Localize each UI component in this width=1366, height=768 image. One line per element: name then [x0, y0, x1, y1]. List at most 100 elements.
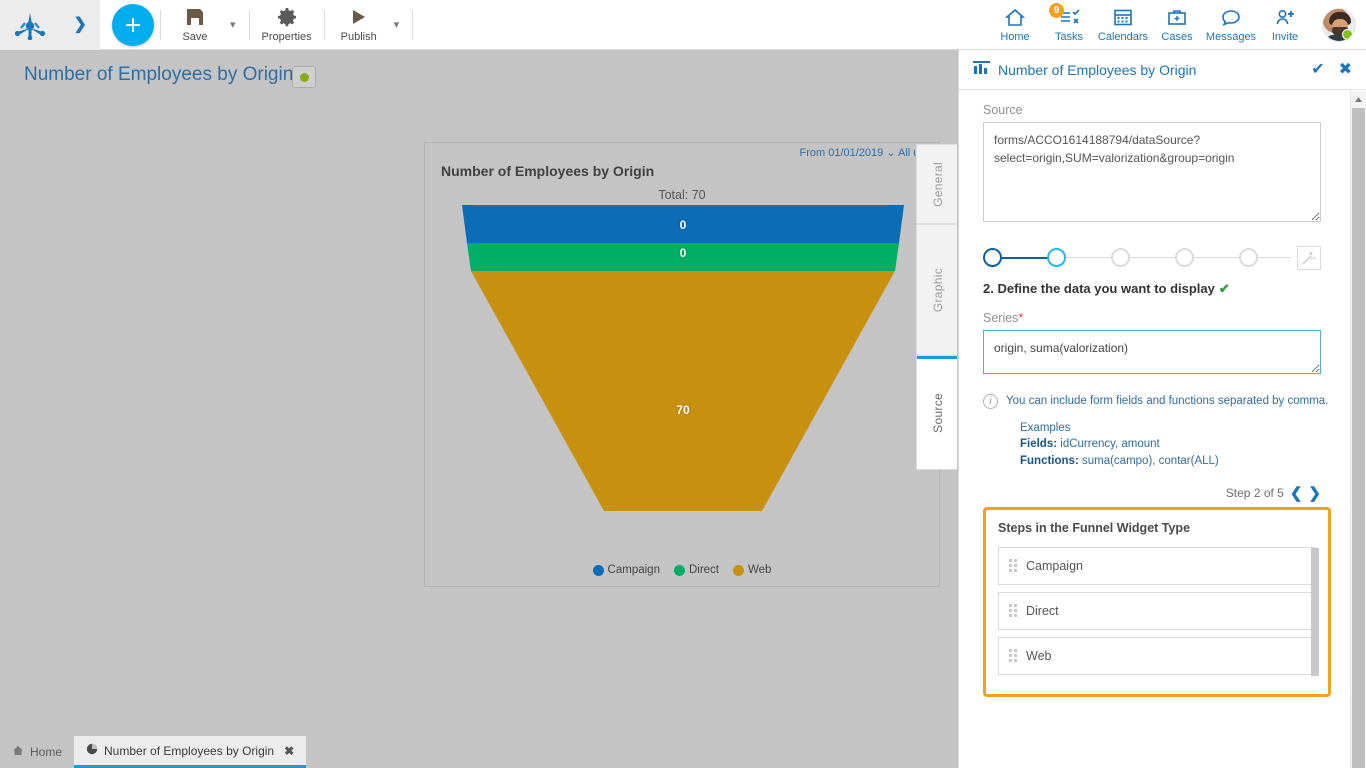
panel-scroll-thumb[interactable] [1352, 108, 1365, 768]
chat-bubble-icon [1220, 6, 1242, 28]
tasks-badge: 9 [1049, 3, 1064, 18]
funnel-segment-web[interactable] [471, 271, 895, 511]
stepper-dot-5[interactable] [1239, 248, 1258, 267]
page-status-dot-icon [300, 73, 309, 82]
toolbar-divider [249, 10, 250, 40]
panel-body: Source 2. Define the data you want to di… [959, 91, 1366, 768]
nav-calendars[interactable]: Calendars [1096, 0, 1150, 50]
invite-user-icon [1274, 6, 1296, 28]
tab-general[interactable]: General [916, 144, 957, 224]
play-icon [349, 6, 369, 28]
chart-total-label: Total: 70 [425, 188, 939, 202]
save-caret-icon[interactable]: ▾ [223, 18, 243, 31]
funnel-steps-scrollbar[interactable] [1311, 548, 1319, 676]
panel-header: Number of Employees by Origin ✔ ✖ [959, 50, 1366, 90]
top-right-nav: Home 9 Tasks Calendars Cases Messages [988, 0, 1366, 50]
series-label-text: Series [983, 311, 1018, 325]
status-badge [1342, 29, 1353, 40]
properties-button[interactable]: Properties [256, 0, 318, 50]
series-hint-examples: Examples Fields: idCurrency, amount Func… [1020, 420, 1328, 470]
widget-card[interactable]: From 01/01/2019 ⌄ All use Number of Empl… [424, 142, 940, 587]
drag-handle-icon[interactable] [1009, 559, 1017, 572]
series-hint: i You can include form fields and functi… [983, 393, 1345, 470]
stepper-dot-1[interactable] [983, 248, 1002, 267]
publish-button[interactable]: Publish [331, 0, 387, 50]
taskbar-tab-home-label: Home [30, 745, 62, 759]
funnel-steps-panel: Steps in the Funnel Widget Type Campaign… [983, 507, 1331, 697]
nav-invite-label: Invite [1272, 31, 1298, 43]
page-title: Number of Employees by Origin [24, 64, 293, 86]
funnel-step-row-direct[interactable]: Direct [998, 592, 1316, 630]
tab-source-label: Source [931, 393, 945, 433]
chevron-left-icon[interactable]: ❮ [1290, 486, 1303, 501]
legend-swatch-direct [674, 565, 685, 576]
drag-handle-icon[interactable] [1009, 649, 1017, 662]
legend-swatch-campaign [593, 565, 604, 576]
examples-fields: Fields: idCurrency, amount [1020, 436, 1328, 453]
funnel-segment-direct[interactable] [467, 243, 899, 271]
funnel-step-row-campaign[interactable]: Campaign [998, 547, 1316, 585]
funnel-svg [425, 205, 941, 550]
nav-home[interactable]: Home [988, 0, 1042, 50]
legend-item-campaign[interactable]: Campaign [593, 564, 660, 576]
wizard-stepper [983, 241, 1321, 275]
funnel-step-row-web[interactable]: Web [998, 637, 1316, 675]
legend-item-direct[interactable]: Direct [674, 564, 719, 576]
chevron-right-icon[interactable]: ❯ [73, 17, 86, 33]
nav-cases[interactable]: Cases [1150, 0, 1204, 50]
series-required-mark: * [1018, 311, 1023, 325]
gear-icon [277, 6, 297, 28]
nav-tasks[interactable]: 9 Tasks [1042, 0, 1096, 50]
page-status-button[interactable] [292, 66, 316, 88]
close-icon[interactable]: ✖ [284, 744, 294, 758]
avatar[interactable] [1322, 8, 1356, 42]
funnel-chart[interactable]: 0 0 70 [425, 205, 941, 550]
widget-side-tabs: General Graphic Source [916, 144, 957, 470]
panel-title: Number of Employees by Origin [998, 62, 1196, 78]
stepper-dot-2[interactable] [1047, 248, 1066, 267]
chevron-right-icon[interactable]: ❯ [1308, 486, 1321, 501]
widget-filter-label[interactable]: From 01/01/2019 ⌄ All use [751, 146, 931, 159]
magic-wand-icon[interactable] [1297, 246, 1321, 270]
series-input[interactable] [983, 330, 1321, 374]
funnel-step-label-web: Web [1026, 649, 1051, 663]
calendar-icon [1112, 6, 1134, 28]
nav-cases-label: Cases [1161, 31, 1192, 43]
toolbar-divider [324, 10, 325, 40]
home-icon [12, 745, 24, 759]
tab-source[interactable]: Source [916, 356, 957, 470]
legend-label-web: Web [748, 564, 771, 576]
tab-graphic[interactable]: Graphic [916, 224, 957, 356]
drag-handle-icon[interactable] [1009, 604, 1017, 617]
examples-fields-value: idCurrency, amount [1057, 438, 1160, 450]
workspace-canvas: Number of Employees by Origin From 01/01… [0, 50, 957, 736]
save-button[interactable]: Save [167, 0, 223, 50]
bar-chart-icon [973, 60, 990, 80]
step-counter: Step 2 of 5 [1226, 486, 1284, 500]
save-icon [185, 6, 205, 28]
examples-functions: Functions: suma(campo), contar(ALL) [1020, 453, 1328, 470]
source-input[interactable] [983, 122, 1321, 222]
stepper-dot-4[interactable] [1175, 248, 1194, 267]
toolbar-divider [412, 10, 413, 40]
publish-caret-icon[interactable]: ▾ [387, 18, 407, 31]
info-icon: i [983, 394, 998, 409]
pie-chart-icon [86, 743, 98, 758]
step-heading-text: 2. Define the data you want to display [983, 281, 1215, 296]
taskbar-tab-widget[interactable]: Number of Employees by Origin ✖ [74, 736, 306, 768]
panel-scrollbar[interactable] [1350, 91, 1366, 768]
add-button[interactable] [112, 4, 154, 46]
chart-legend: Campaign Direct Web [425, 564, 939, 576]
bizagi-logo-icon[interactable] [13, 10, 47, 40]
legend-item-web[interactable]: Web [733, 564, 771, 576]
stepper-dot-3[interactable] [1111, 248, 1130, 267]
scroll-up-arrow-icon[interactable] [1351, 91, 1366, 107]
funnel-segment-campaign[interactable] [462, 205, 904, 243]
nav-messages[interactable]: Messages [1204, 0, 1258, 50]
close-icon[interactable]: ✖ [1339, 62, 1352, 78]
nav-invite[interactable]: Invite [1258, 0, 1312, 50]
legend-label-campaign: Campaign [608, 564, 660, 576]
examples-fields-label: Fields: [1020, 438, 1057, 450]
check-icon[interactable]: ✔ [1311, 62, 1324, 78]
taskbar-tab-home[interactable]: Home [0, 736, 74, 768]
